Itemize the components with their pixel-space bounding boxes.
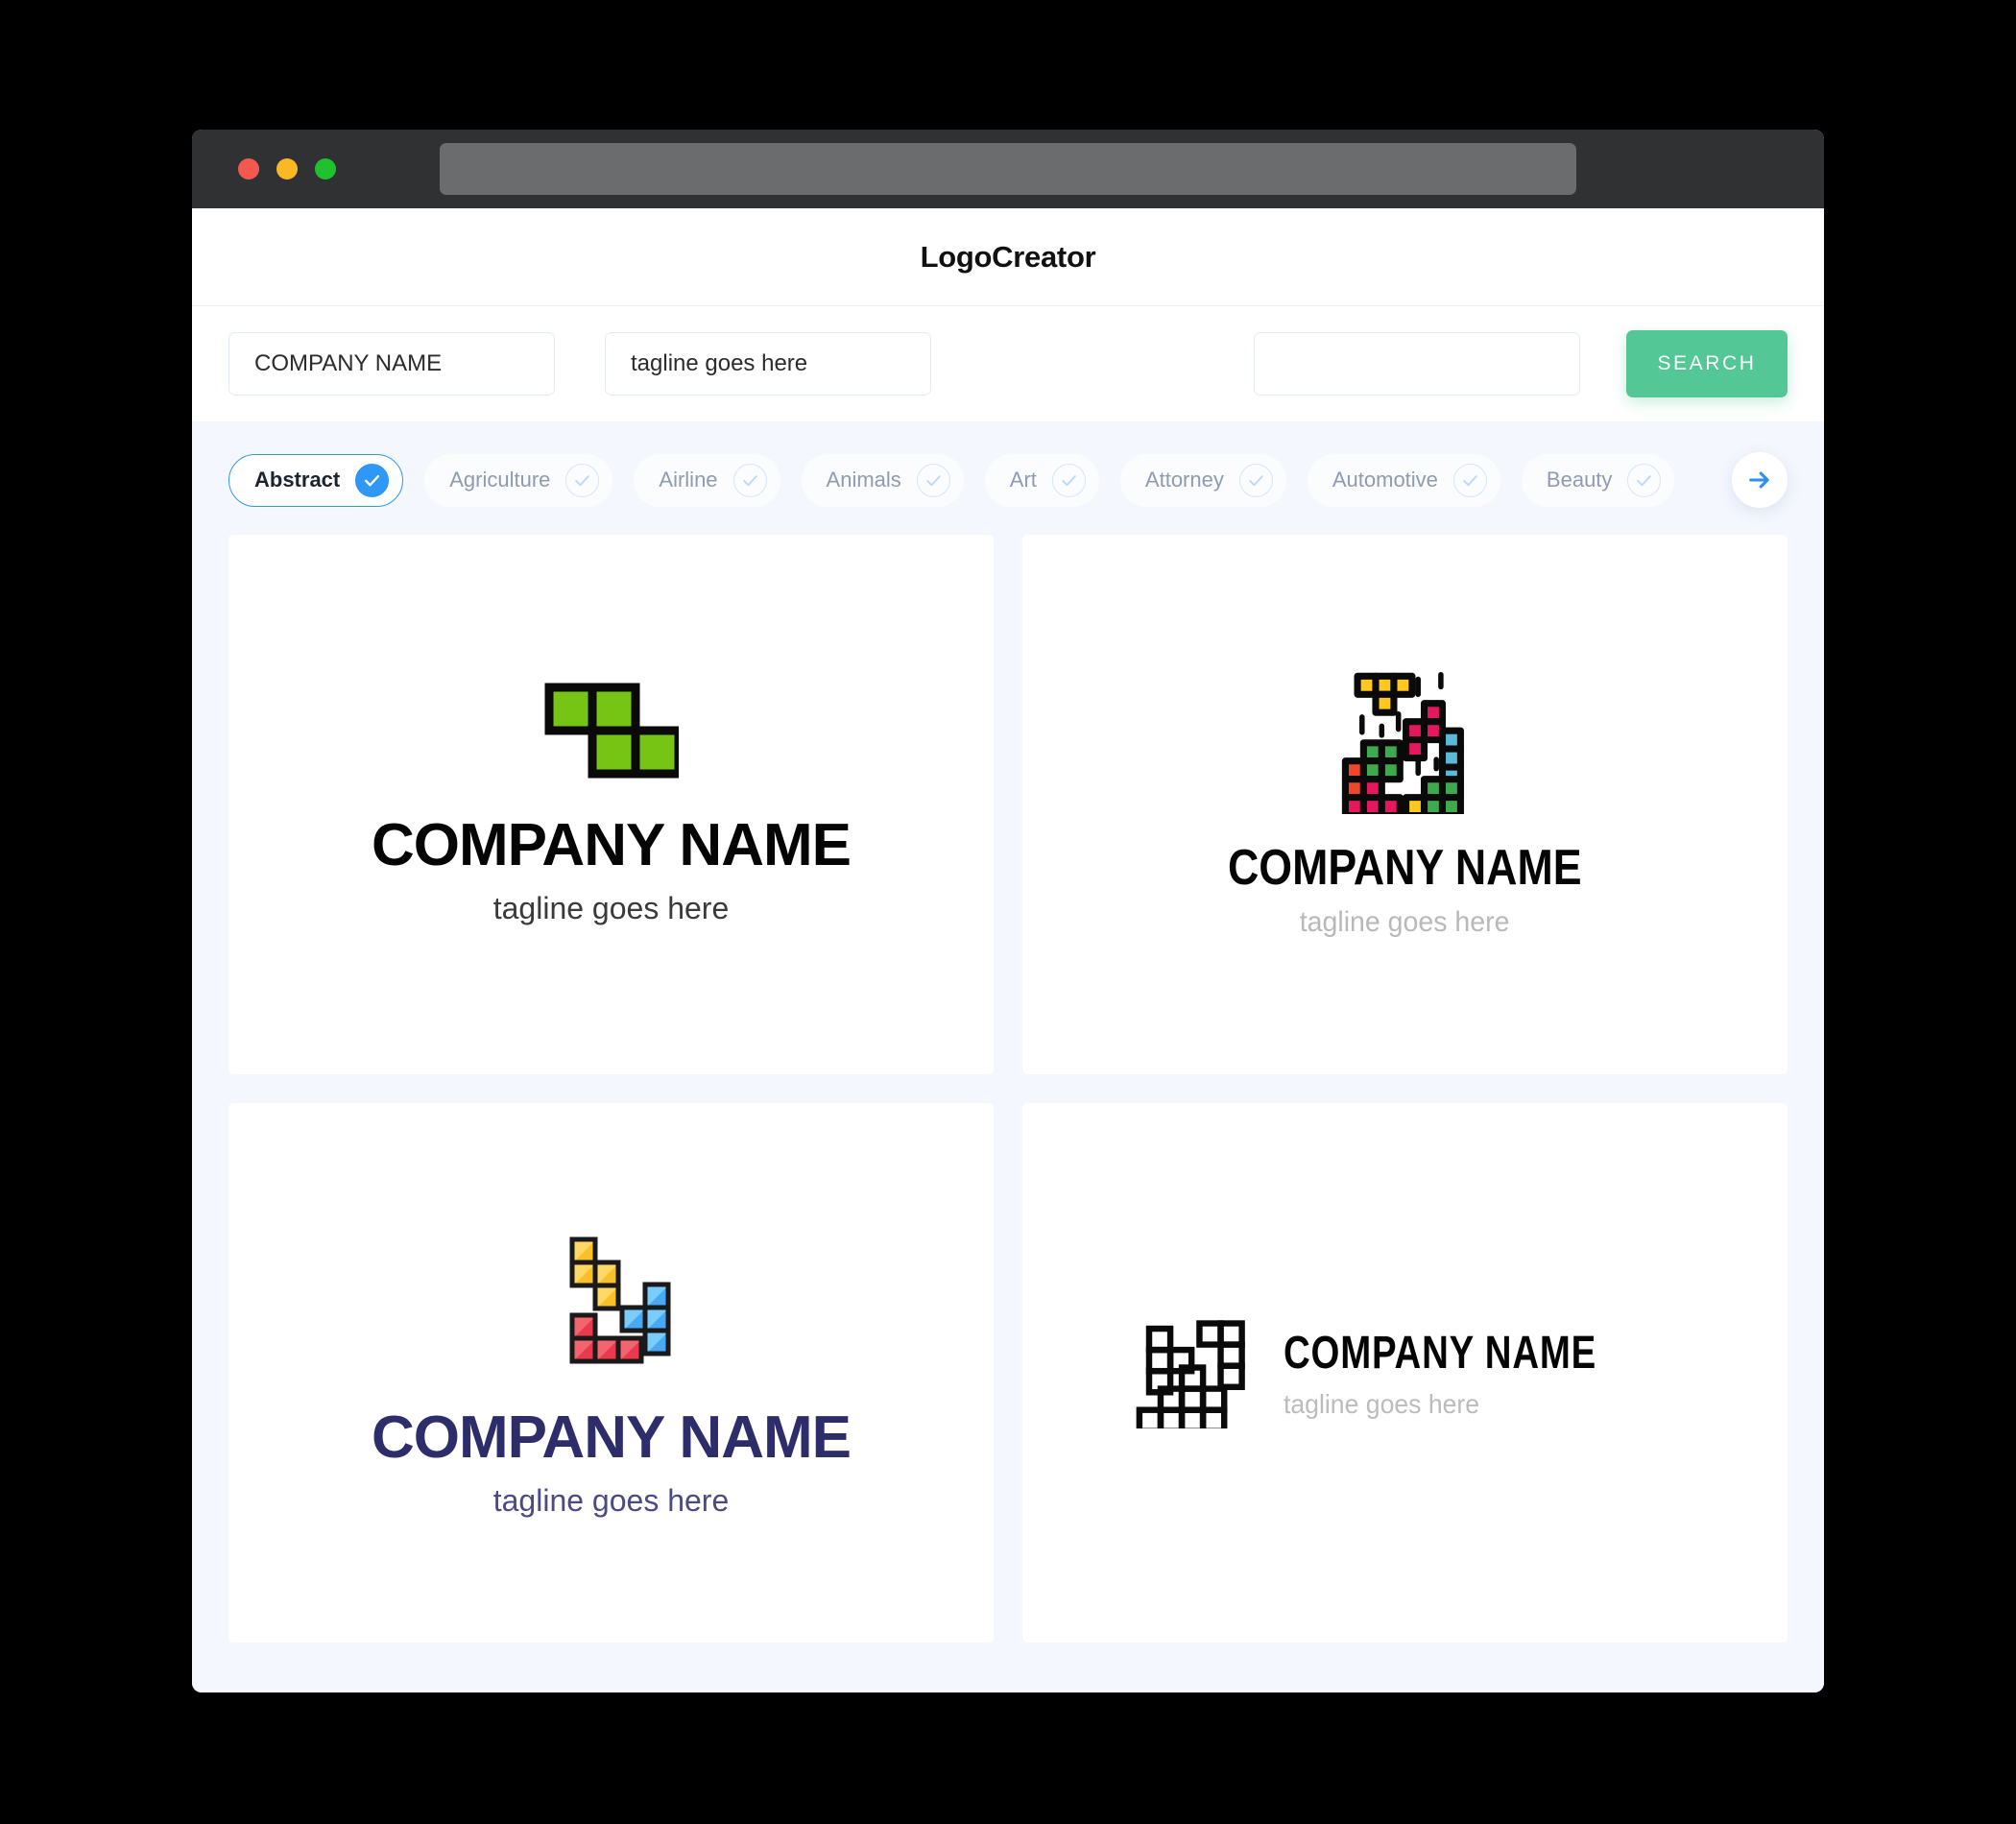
colorful-tetris-city-icon — [1342, 671, 1465, 814]
logo-results-grid: COMPANY NAME tagline goes here COMPANY N… — [192, 535, 1824, 1681]
category-chip-beauty[interactable]: Beauty — [1521, 453, 1675, 507]
zoom-window-button[interactable] — [315, 158, 336, 180]
next-categories-button[interactable] — [1732, 452, 1788, 508]
category-chip-label: Agriculture — [449, 468, 551, 492]
category-chip-attorney[interactable]: Attorney — [1119, 453, 1286, 507]
url-bar[interactable] — [440, 143, 1576, 195]
pastel-tetromino-trio-icon — [569, 1236, 670, 1364]
search-toolbar: SEARCH — [192, 306, 1824, 421]
logo-tagline: tagline goes here — [492, 1483, 730, 1518]
logo-company-name: COMPANY NAME — [1228, 840, 1582, 896]
check-icon — [916, 463, 950, 497]
logo-company-name: COMPANY NAME — [372, 812, 852, 878]
category-filter-bar: Abstract Agriculture Airline Animals Art… — [192, 421, 1824, 535]
category-chip-art[interactable]: Art — [984, 453, 1099, 507]
app-header: LogoCreator — [192, 208, 1824, 306]
tagline-input[interactable] — [605, 332, 931, 396]
outline-tetromino-blocks-icon — [1136, 1319, 1245, 1428]
logo-card[interactable]: COMPANY NAME tagline goes here — [1022, 1103, 1788, 1643]
logo-card[interactable]: COMPANY NAME tagline goes here — [228, 535, 994, 1074]
browser-window: LogoCreator SEARCH Abstract Agriculture — [192, 130, 1824, 1692]
check-icon — [1452, 463, 1487, 497]
logo-company-name: COMPANY NAME — [1283, 1327, 1596, 1379]
check-icon — [355, 463, 390, 497]
page-title: LogoCreator — [920, 239, 1096, 274]
logo-tagline: tagline goes here — [1283, 1388, 1479, 1419]
logo-card[interactable]: COMPANY NAME tagline goes here — [1022, 535, 1788, 1074]
logo-tagline: tagline goes here — [1300, 906, 1510, 938]
category-chip-automotive[interactable]: Automotive — [1307, 453, 1500, 507]
category-chip-label: Beauty — [1546, 468, 1613, 492]
category-chip-agriculture[interactable]: Agriculture — [424, 453, 613, 507]
company-name-input[interactable] — [228, 332, 555, 396]
check-icon — [732, 463, 767, 497]
logo-company-name: COMPANY NAME — [372, 1404, 852, 1471]
category-chip-label: Animals — [826, 468, 901, 492]
minimize-window-button[interactable] — [276, 158, 298, 180]
check-icon — [1051, 463, 1086, 497]
close-window-button[interactable] — [238, 158, 259, 180]
results-area: Abstract Agriculture Airline Animals Art… — [192, 421, 1824, 1692]
category-chip-airline[interactable]: Airline — [634, 453, 780, 507]
category-chip-label: Airline — [659, 468, 718, 492]
check-icon — [1627, 463, 1662, 497]
logo-tagline: tagline goes here — [492, 891, 730, 925]
traffic-lights — [238, 158, 336, 180]
check-icon — [1238, 463, 1273, 497]
arrow-right-icon — [1749, 471, 1769, 489]
category-chip-label: Art — [1009, 468, 1037, 492]
category-chip-abstract[interactable]: Abstract — [228, 453, 404, 507]
green-s-tetromino-icon — [544, 683, 679, 779]
category-chip-animals[interactable]: Animals — [801, 453, 964, 507]
category-chip-label: Attorney — [1144, 468, 1224, 492]
keyword-input[interactable] — [1254, 332, 1580, 396]
check-icon — [565, 463, 600, 497]
browser-titlebar — [192, 130, 1824, 208]
logo-card[interactable]: COMPANY NAME tagline goes here — [228, 1103, 994, 1643]
category-chip-label: Abstract — [254, 468, 341, 492]
category-chip-label: Automotive — [1332, 468, 1438, 492]
search-button[interactable]: SEARCH — [1626, 330, 1788, 397]
